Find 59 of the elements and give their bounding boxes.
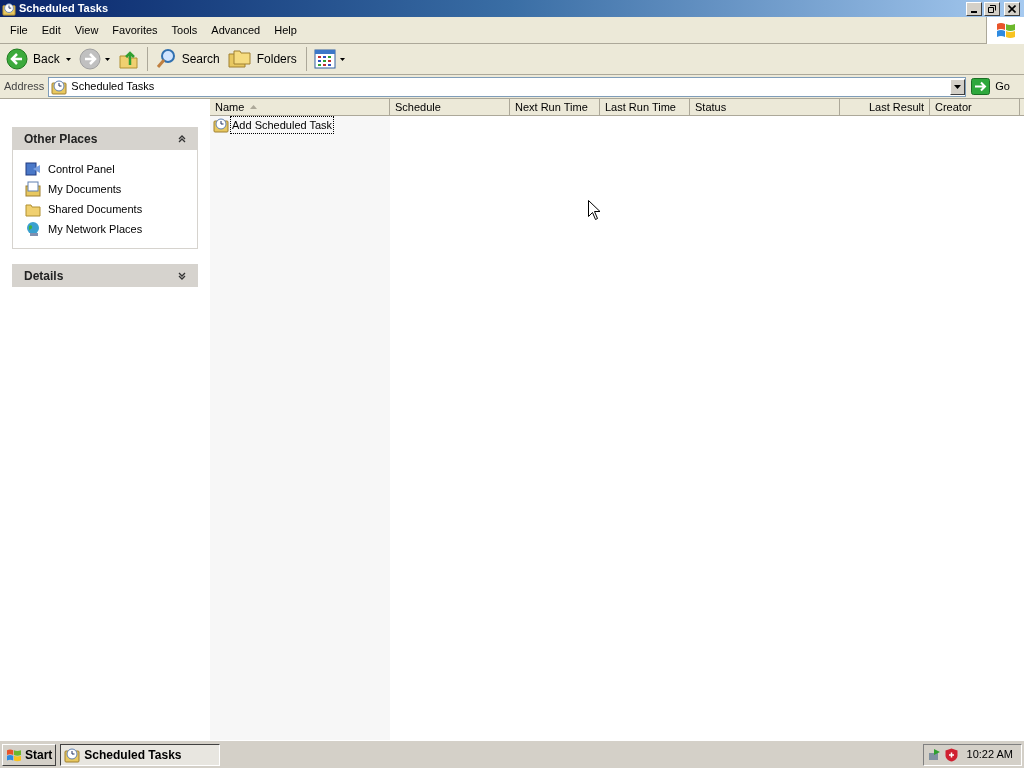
window-title: Scheduled Tasks <box>19 1 110 17</box>
column-header[interactable]: Next Run Time <box>510 99 600 116</box>
folder-icon <box>25 201 41 217</box>
column-header[interactable]: Status <box>690 99 840 116</box>
place-link[interactable]: Control Panel <box>48 160 115 178</box>
dropdown-caret-icon[interactable] <box>65 57 71 61</box>
search-icon <box>154 48 177 70</box>
go-button[interactable]: Go <box>969 78 1024 95</box>
scheduled-tasks-icon <box>64 746 81 763</box>
start-button[interactable]: Start <box>2 743 57 766</box>
expand-chevrons-icon[interactable] <box>178 271 186 280</box>
column-header[interactable]: Last Run Time <box>600 99 690 116</box>
panel-header[interactable]: Details <box>12 264 198 287</box>
restore-icon <box>988 4 996 13</box>
views-button[interactable] <box>311 46 338 72</box>
back-button[interactable]: Back <box>4 46 64 72</box>
place-link[interactable]: Shared Documents <box>48 200 143 218</box>
address-label: Address <box>4 79 46 95</box>
documents-folder-icon <box>25 181 41 197</box>
menu-item[interactable]: File <box>3 19 35 41</box>
dropdown-button[interactable] <box>950 78 966 95</box>
collapse-chevrons-icon[interactable] <box>178 134 186 143</box>
menu-item[interactable]: Favorites <box>105 19 165 41</box>
scheduled-tasks-icon <box>51 78 68 95</box>
menu-item[interactable]: Advanced <box>204 19 268 41</box>
place-link[interactable]: My Documents <box>48 180 122 198</box>
column-header[interactable]: Schedule <box>390 99 510 116</box>
column-header[interactable]: Last Result <box>840 99 930 116</box>
clock: 10:22 AM <box>965 747 1014 763</box>
column-header[interactable]: Name <box>210 99 390 116</box>
panel-header[interactable]: Other Places <box>12 127 198 150</box>
search-button[interactable]: Search <box>152 46 224 72</box>
folders-button[interactable]: Folders <box>225 46 301 72</box>
shield-icon <box>944 747 958 762</box>
address-field[interactable]: Scheduled Tasks <box>48 76 967 97</box>
close-icon <box>1008 4 1016 13</box>
dropdown-caret-icon[interactable] <box>339 57 345 61</box>
control-panel-icon <box>25 161 41 177</box>
window-icon <box>2 1 16 16</box>
mouse-cursor-icon <box>588 200 600 220</box>
menu-item[interactable]: Edit <box>34 19 68 41</box>
restore-button[interactable] <box>984 1 1000 16</box>
windows-flag-icon <box>6 747 22 762</box>
minimize-icon <box>971 10 977 13</box>
menu-item[interactable]: Tools <box>164 19 205 41</box>
views-grid-icon <box>313 49 336 69</box>
folders-icon <box>227 48 252 70</box>
column-header[interactable]: Creator <box>930 99 1020 116</box>
network-tray-icon <box>927 747 942 762</box>
menu-item[interactable]: View <box>67 19 106 41</box>
task-item[interactable]: Add Scheduled Task <box>230 115 335 135</box>
place-link[interactable]: My Network Places <box>48 220 143 238</box>
close-button[interactable] <box>1004 1 1020 16</box>
menu-item[interactable]: Help <box>267 19 304 41</box>
network-globe-icon <box>25 221 41 237</box>
minimize-button[interactable] <box>966 1 982 16</box>
taskbar-button[interactable]: Scheduled Tasks <box>60 743 221 766</box>
dropdown-arrow-icon <box>954 84 962 89</box>
dropdown-caret-icon[interactable] <box>104 57 110 61</box>
